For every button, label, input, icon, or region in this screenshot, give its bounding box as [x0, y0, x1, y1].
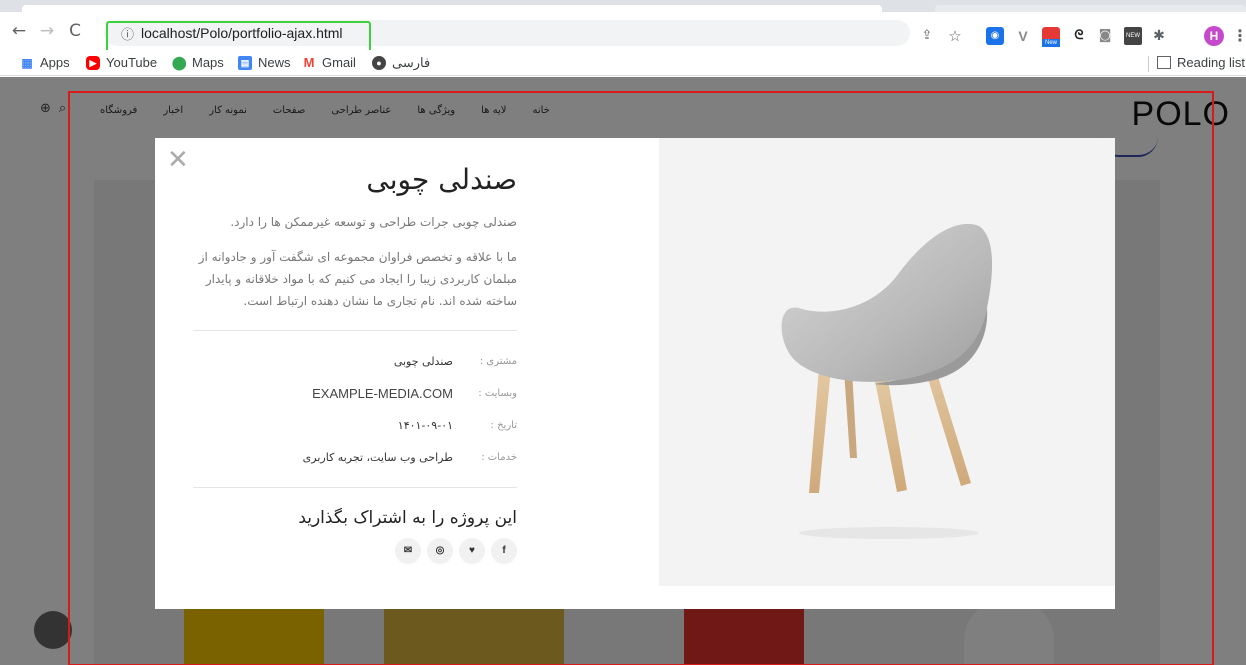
info-row-services: خدمات : طراحی وب سایت، تجربه کاربری	[193, 441, 517, 473]
info-value: ۱۴۰۱-۰۹-۰۱	[397, 418, 453, 432]
bookmark-separator	[1148, 56, 1149, 72]
bookmark-farsi[interactable]: ● فارسی	[372, 55, 430, 71]
maps-pin-icon: ⬤	[172, 54, 187, 70]
facebook-icon[interactable]: f	[491, 538, 517, 564]
camera-extension-icon[interactable]: ◙	[1096, 27, 1114, 45]
apps-grid-icon: ▦	[21, 55, 33, 70]
modal-content: صندلی چوبی صندلی چوبی جرات طراحی و توسعه…	[193, 160, 517, 564]
inactive-tab[interactable]	[935, 5, 1246, 12]
chair-leg	[844, 370, 857, 458]
browser-toolbar: ← → C ⓘ localhost/Polo/portfolio-ajax.ht…	[0, 12, 1246, 59]
portfolio-modal: ✕ صندلی چوبی صندلی چوبی جرات طراحی و توس…	[155, 138, 1115, 609]
twitter-icon[interactable]: ♥	[459, 538, 485, 564]
back-icon[interactable]: ←	[8, 20, 30, 42]
loop-extension-icon[interactable]: ᘓ	[1070, 27, 1088, 45]
close-icon[interactable]: ✕	[167, 146, 189, 172]
share-title: این پروژه را به اشتراک بگذارید	[298, 508, 517, 528]
page-viewport: POLO فروشگاه اخبار نمونه کار صفحات عناصر…	[0, 77, 1246, 665]
news-extension-icon[interactable]: NEW	[1124, 27, 1142, 45]
project-subtitle: صندلی چوبی جرات طراحی و توسعه غیرممکن ها…	[230, 215, 517, 229]
bookmark-apps[interactable]: ▦ Apps	[20, 55, 70, 70]
bookmark-star-icon[interactable]: ☆	[946, 27, 964, 45]
info-label: مشتری :	[479, 355, 517, 367]
youtube-icon: ▶	[86, 55, 100, 70]
bookmark-label: Apps	[40, 55, 70, 70]
v-extension-icon[interactable]: V	[1014, 27, 1032, 45]
reading-list-button[interactable]: Reading list	[1157, 55, 1245, 70]
project-title: صندلی چوبی	[366, 163, 517, 196]
gmail-icon: M	[303, 54, 315, 70]
tab-strip	[0, 0, 1246, 12]
news-icon: ▤	[238, 55, 252, 70]
info-label: خدمات :	[481, 451, 517, 463]
profile-avatar[interactable]: H	[1204, 26, 1224, 46]
menu-kebab-icon[interactable]: ⋮	[1232, 26, 1246, 45]
chair-illustration	[781, 223, 993, 539]
info-icon[interactable]: ⓘ	[121, 24, 134, 43]
info-row-website: وبسایت : EXAMPLE-MEDIA.COM	[193, 377, 517, 409]
chair-floor-shadow	[799, 527, 979, 539]
chair-leg	[874, 374, 907, 492]
bookmark-news[interactable]: ▤ News	[238, 55, 291, 70]
globe-icon: ●	[372, 56, 386, 70]
bookmark-label: News	[258, 55, 291, 70]
chair-leg	[809, 368, 831, 493]
url-text[interactable]: localhost/Polo/portfolio-ajax.html	[141, 25, 343, 41]
project-description: ما با علاقه و تخصص فراوان مجموعه ای شگفت…	[198, 250, 517, 308]
bookmark-youtube[interactable]: ▶ YouTube	[86, 55, 157, 70]
bookmark-label: فارسی	[392, 55, 431, 70]
new-badge: New	[1042, 39, 1060, 47]
reading-list-label: Reading list	[1177, 55, 1245, 70]
project-info: مشتری : صندلی چوبی وبسایت : EXAMPLE-MEDI…	[193, 345, 517, 473]
eye-extension-icon[interactable]: ◉	[986, 27, 1004, 45]
instagram-icon[interactable]: ◎	[427, 538, 453, 564]
bookmark-label: YouTube	[106, 55, 158, 70]
product-image	[659, 138, 1115, 586]
info-label: تاریخ :	[490, 419, 517, 431]
info-label: وبسایت :	[478, 387, 517, 399]
bookmark-gmail[interactable]: M Gmail	[302, 55, 356, 70]
active-tab[interactable]	[22, 5, 882, 12]
share-icon[interactable]: ⇪	[918, 27, 936, 45]
info-row-date: تاریخ : ۱۴۰۱-۰۹-۰۱	[193, 409, 517, 441]
website-link[interactable]: EXAMPLE-MEDIA.COM	[312, 386, 453, 401]
reload-icon[interactable]: C	[64, 20, 86, 42]
social-share-buttons: f ♥ ◎ ✉	[193, 538, 517, 564]
bookmark-label: Maps	[192, 55, 224, 70]
bookmarks-bar: ▦ Apps ▶ YouTube ⬤ Maps ▤ News M Gmail ●…	[0, 50, 1246, 76]
info-value: طراحی وب سایت، تجربه کاربری	[302, 450, 453, 464]
divider	[193, 487, 517, 488]
new-extension-icon[interactable]: New	[1042, 27, 1060, 47]
forward-icon[interactable]: →	[36, 20, 58, 42]
info-row-client: مشتری : صندلی چوبی	[193, 345, 517, 377]
bookmark-label: Gmail	[322, 55, 356, 70]
reading-list-icon	[1157, 56, 1171, 69]
email-icon[interactable]: ✉	[395, 538, 421, 564]
bookmark-maps[interactable]: ⬤ Maps	[172, 55, 224, 70]
info-value: صندلی چوبی	[393, 354, 453, 368]
divider	[193, 330, 517, 331]
extensions-puzzle-icon[interactable]: ✱	[1150, 27, 1168, 45]
